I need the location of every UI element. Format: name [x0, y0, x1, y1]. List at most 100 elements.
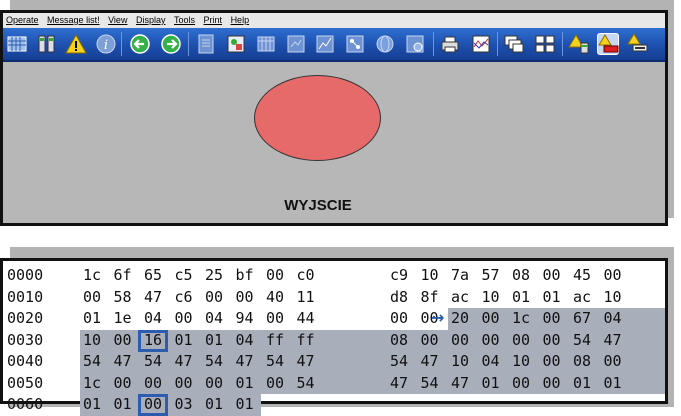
- hex-byte[interactable]: 04: [480, 350, 502, 372]
- hex-byte[interactable]: 04: [203, 307, 225, 329]
- hex-byte[interactable]: 00: [449, 329, 471, 351]
- hex-byte[interactable]: 54: [295, 372, 317, 394]
- hex-byte[interactable]: 00: [541, 264, 563, 286]
- hex-byte[interactable]: 01: [480, 372, 502, 394]
- hex-byte[interactable]: 00: [419, 329, 441, 351]
- warning-icon[interactable]: [65, 33, 87, 55]
- hex-byte[interactable]: 58: [112, 286, 134, 308]
- hex-byte[interactable]: 54: [571, 329, 593, 351]
- hex-byte[interactable]: 47: [112, 350, 134, 372]
- hex-byte[interactable]: c9: [388, 264, 410, 286]
- hex-byte[interactable]: 00: [112, 329, 134, 351]
- hex-byte[interactable]: 08: [510, 264, 532, 286]
- graph-icon[interactable]: [470, 33, 492, 55]
- hex-byte[interactable]: 00: [142, 372, 164, 394]
- hex-byte[interactable]: 47: [142, 286, 164, 308]
- hex-byte[interactable]: 01: [81, 307, 103, 329]
- menu-operate[interactable]: Operate: [3, 13, 42, 28]
- hex-byte[interactable]: 01: [203, 393, 225, 415]
- hex-byte[interactable]: 03: [173, 393, 195, 415]
- hex-byte[interactable]: ff: [264, 329, 286, 351]
- hex-byte[interactable]: 25: [203, 264, 225, 286]
- hex-byte[interactable]: 1e: [112, 307, 134, 329]
- hex-byte[interactable]: 10: [602, 286, 624, 308]
- hex-byte[interactable]: 8f: [419, 286, 441, 308]
- hex-byte[interactable]: 1c: [510, 307, 532, 329]
- hex-byte[interactable]: 00: [173, 307, 195, 329]
- hex-byte[interactable]: 54: [81, 350, 103, 372]
- hex-byte[interactable]: 00: [264, 264, 286, 286]
- alarm-list-icon[interactable]: [627, 33, 649, 55]
- hex-byte[interactable]: 00: [81, 286, 103, 308]
- hex-byte[interactable]: 45: [571, 264, 593, 286]
- hex-byte[interactable]: 10: [81, 329, 103, 351]
- hex-byte[interactable]: 47: [173, 350, 195, 372]
- tower-icon[interactable]: [36, 33, 58, 55]
- hex-byte[interactable]: 00: [203, 372, 225, 394]
- hex-byte[interactable]: 00: [541, 372, 563, 394]
- hex-byte[interactable]: 00: [173, 372, 195, 394]
- hex-byte[interactable]: c5: [173, 264, 195, 286]
- hex-byte[interactable]: 00: [480, 329, 502, 351]
- hex-byte[interactable]: ac: [571, 286, 593, 308]
- hex-byte[interactable]: 00: [234, 286, 256, 308]
- hex-byte[interactable]: 00: [541, 329, 563, 351]
- hex-byte[interactable]: 1c: [81, 264, 103, 286]
- hex-byte[interactable]: 10: [510, 350, 532, 372]
- hex-byte[interactable]: 04: [602, 307, 624, 329]
- hex-byte[interactable]: 01: [203, 329, 225, 351]
- hex-byte[interactable]: 00: [510, 372, 532, 394]
- hex-byte[interactable]: 67: [571, 307, 593, 329]
- printer-icon[interactable]: [439, 33, 461, 55]
- hex-byte[interactable]: 00: [203, 286, 225, 308]
- forward-icon[interactable]: [160, 33, 182, 55]
- hex-byte[interactable]: 57: [480, 264, 502, 286]
- hex-byte[interactable]: 10: [449, 350, 471, 372]
- image-icon[interactable]: [225, 33, 247, 55]
- hex-byte[interactable]: 01: [541, 286, 563, 308]
- hex-byte[interactable]: 47: [234, 350, 256, 372]
- alarm-device-icon[interactable]: [568, 33, 590, 55]
- hex-byte[interactable]: 01: [571, 372, 593, 394]
- menu-help[interactable]: Help: [228, 13, 253, 28]
- camera-icon[interactable]: [404, 33, 426, 55]
- hex-byte[interactable]: bf: [234, 264, 256, 286]
- hex-byte[interactable]: 47: [602, 329, 624, 351]
- info-icon[interactable]: i: [95, 33, 117, 55]
- menu-display[interactable]: Display: [133, 13, 169, 28]
- alarm-red-icon[interactable]: [597, 33, 619, 55]
- hex-byte[interactable]: c0: [295, 264, 317, 286]
- menu-tools[interactable]: Tools: [171, 13, 198, 28]
- hex-byte[interactable]: 04: [234, 329, 256, 351]
- hex-byte[interactable]: ff: [295, 329, 317, 351]
- hex-byte[interactable]: 7a: [449, 264, 471, 286]
- hex-byte[interactable]: 10: [419, 264, 441, 286]
- table-icon[interactable]: [255, 33, 277, 55]
- hex-byte[interactable]: 54: [388, 350, 410, 372]
- hex-byte[interactable]: 01: [234, 393, 256, 415]
- hex-byte[interactable]: 47: [419, 350, 441, 372]
- output-indicator-lamp[interactable]: [254, 75, 381, 161]
- hex-byte[interactable]: 04: [142, 307, 164, 329]
- hex-byte[interactable]: 00: [541, 350, 563, 372]
- panel-icon[interactable]: [285, 33, 307, 55]
- hex-byte[interactable]: 1c: [81, 372, 103, 394]
- menu-message-list[interactable]: Message list!: [44, 13, 103, 28]
- hex-byte[interactable]: 54: [264, 350, 286, 372]
- hex-byte[interactable]: 01: [510, 286, 532, 308]
- hex-byte[interactable]: 44: [295, 307, 317, 329]
- hex-byte[interactable]: 00: [480, 307, 502, 329]
- hex-byte[interactable]: 01: [234, 372, 256, 394]
- hex-byte[interactable]: 47: [295, 350, 317, 372]
- windows-icon[interactable]: [503, 33, 525, 55]
- hex-byte[interactable]: 01: [173, 329, 195, 351]
- hex-byte[interactable]: ac: [449, 286, 471, 308]
- hex-byte[interactable]: 00: [602, 350, 624, 372]
- hex-byte[interactable]: 47: [388, 372, 410, 394]
- hex-byte[interactable]: 10: [480, 286, 502, 308]
- hex-byte[interactable]: 01: [81, 393, 103, 415]
- hex-byte[interactable]: 00: [602, 264, 624, 286]
- hex-byte[interactable]: c6: [173, 286, 195, 308]
- menu-print[interactable]: Print: [201, 13, 226, 28]
- hex-byte[interactable]: 40: [264, 286, 286, 308]
